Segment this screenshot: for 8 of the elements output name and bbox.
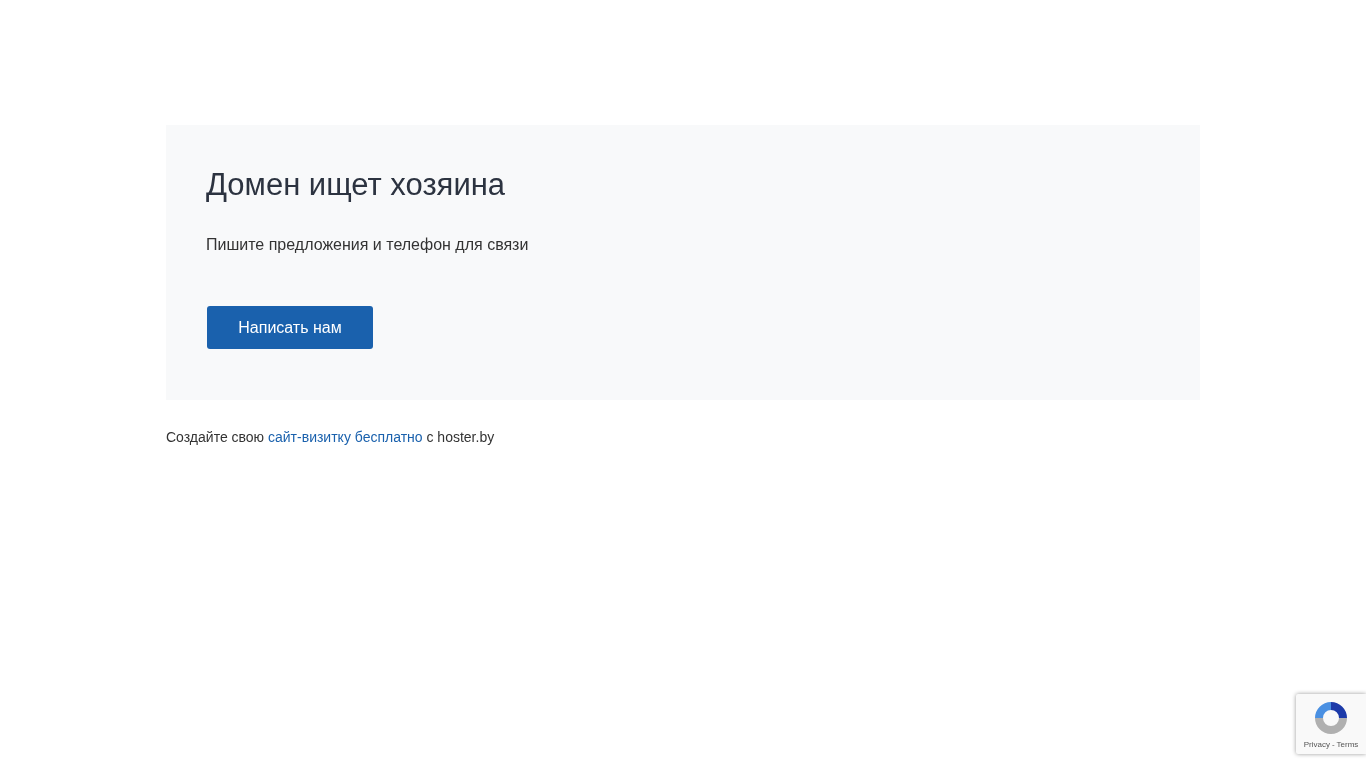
contact-button[interactable]: Написать нам	[207, 306, 373, 349]
description-text: Пишите предложения и телефон для связи	[206, 235, 530, 255]
privacy-link[interactable]: Privacy	[1303, 740, 1330, 749]
terms-link[interactable]: Terms	[1336, 740, 1359, 749]
link-separator: -	[1331, 740, 1335, 749]
footer-text: Создайте свою сайт-визитку бесплатно с hoster.by	[166, 428, 496, 446]
page-title: Домен ищет хозяина	[206, 166, 507, 204]
footer-link[interactable]: сайт-визитку бесплатно	[268, 429, 423, 445]
